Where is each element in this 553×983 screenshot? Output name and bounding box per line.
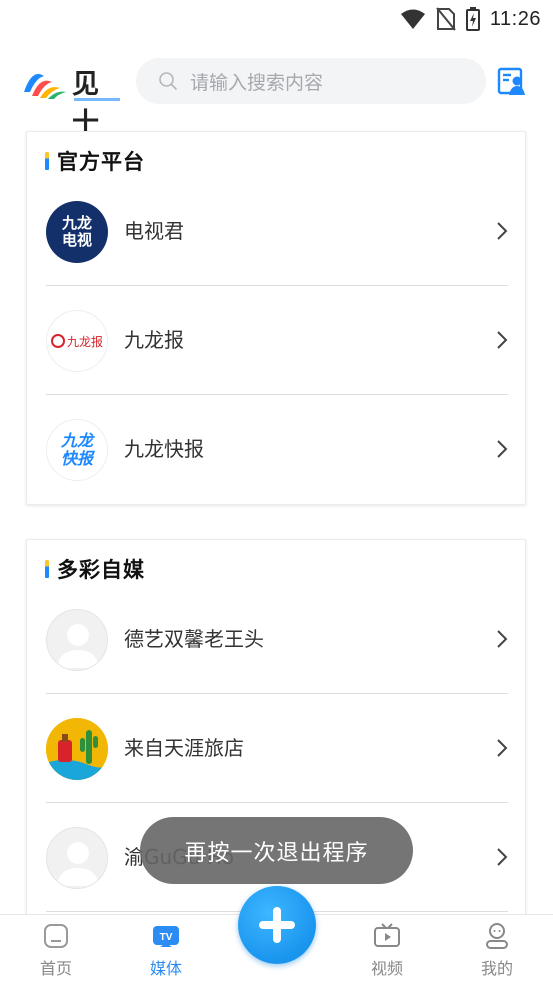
list-item[interactable]: 九龙报 九龙报 [46,286,508,395]
search-placeholder: 请输入搜索内容 [190,71,324,94]
nav-label: 视频 [370,959,403,978]
newspaper-logo-icon [50,334,65,348]
chevron-right-icon [497,440,508,458]
list-item[interactable]: 九龙 快报 九龙快报 [46,395,508,504]
home-icon [44,924,68,948]
list-item[interactable]: 九龙 电视 电视君 [46,177,508,286]
nav-label: 我的 [480,959,513,978]
item-label: 九龙快报 [124,437,204,461]
profile-icon [486,923,508,949]
chevron-right-icon [497,739,508,757]
item-label: 来自天涯旅店 [124,736,244,760]
status-time: 11:26 [489,7,541,30]
default-avatar-icon [46,827,108,889]
chevron-right-icon [497,848,508,866]
title-accent-bar [45,560,49,578]
nav-profile[interactable]: 我的 [457,921,537,981]
plus-icon [259,907,295,943]
contacts-icon[interactable] [497,66,527,96]
no-sim-icon [436,7,456,31]
battery-charging-icon [465,7,480,31]
list-item[interactable]: 德艺双馨老王头 [46,585,508,694]
section-title: 多彩自媒 [45,554,145,584]
avatar: 九龙 电视 [46,201,108,263]
add-button[interactable] [238,886,316,964]
title-accent-bar [45,152,49,170]
nav-label: 首页 [39,959,72,978]
logo-text: 见十 [72,69,101,139]
avatar: 九龙报 [46,310,108,372]
item-label: 电视君 [124,219,184,243]
nav-video[interactable]: 视频 [347,921,427,981]
nav-label: 媒体 [149,959,182,978]
section-title-text: 官方平台 [57,150,145,174]
section-title: 官方平台 [45,146,145,176]
item-label: 九龙报 [124,328,184,352]
chevron-right-icon [497,222,508,240]
search-input[interactable]: 请输入搜索内容 [136,58,486,104]
avatar-text: 九龙 [61,214,92,232]
app-screen: 11:26 见十 请输入搜索内容 官方平台 九龙 电视 电视君 九龙报 九龙报 … [0,0,553,983]
wifi-icon [400,9,425,29]
avatar-text: 快报 [60,449,93,468]
exit-toast: 再按一次退出程序 [140,817,413,884]
list-item[interactable]: 来自天涯旅店 [46,694,508,803]
app-header: 见十 请输入搜索内容 [0,56,553,139]
chevron-right-icon [497,331,508,349]
video-icon [374,923,400,947]
nav-media[interactable]: TV 媒体 [126,921,206,981]
section-title-text: 多彩自媒 [57,558,145,582]
avatar: 九龙 快报 [46,419,108,481]
item-label: 德艺双馨老王头 [124,627,264,651]
svg-text:TV: TV [160,932,173,943]
app-logo[interactable]: 见十 [22,62,126,139]
chevron-right-icon [497,630,508,648]
status-bar: 11:26 [0,0,553,38]
search-icon [159,72,177,90]
avatar-text: 电视 [61,231,92,249]
nav-home[interactable]: 首页 [16,921,96,981]
default-avatar-icon [46,609,108,671]
avatar-text: 九龙 [60,431,93,450]
avatar-text: 九龙报 [66,334,103,349]
tv-icon: TV [153,926,179,947]
avatar [46,718,108,780]
official-platform-card: 官方平台 九龙 电视 电视君 九龙报 九龙报 九龙 快报 九龙快报 [26,131,526,505]
